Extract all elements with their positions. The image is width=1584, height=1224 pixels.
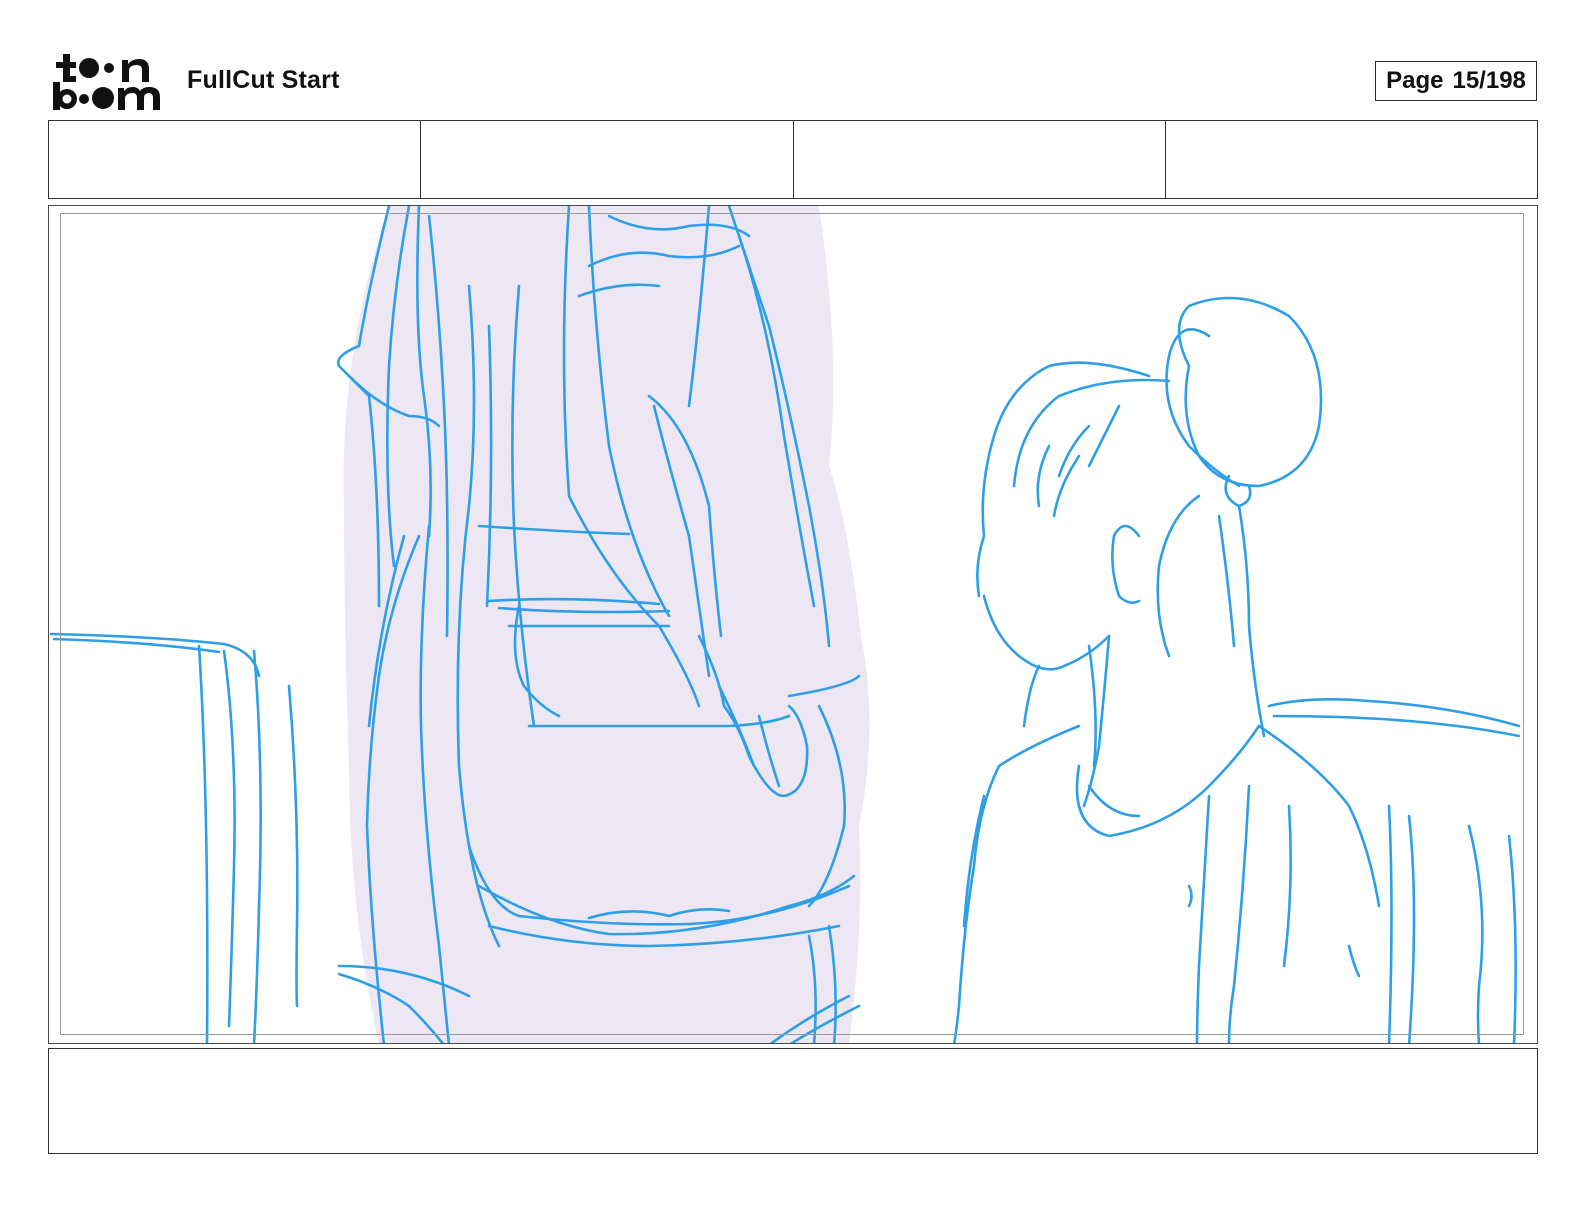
toon-boom-logo (52, 52, 164, 112)
project-title: FullCut Start (187, 66, 340, 94)
panel-info-row (48, 120, 1538, 199)
panel-info-cell-1 (49, 121, 422, 198)
toon-boom-logo-mark (53, 54, 160, 110)
sketch-left-object (49, 632, 299, 1043)
dialogue-notes-box[interactable] (48, 1048, 1538, 1154)
panel-sketch (49, 206, 1521, 1043)
page-indicator: Page 15/198 (1375, 61, 1537, 101)
storyboard-panel (48, 205, 1538, 1044)
page-label: Page (1386, 67, 1444, 94)
panel-info-cell-4 (1166, 121, 1537, 198)
panel-info-cell-3 (794, 121, 1166, 198)
page-number: 15/198 (1452, 67, 1526, 94)
sketch-woman (952, 296, 1521, 1043)
panel-info-cell-2 (421, 121, 794, 198)
